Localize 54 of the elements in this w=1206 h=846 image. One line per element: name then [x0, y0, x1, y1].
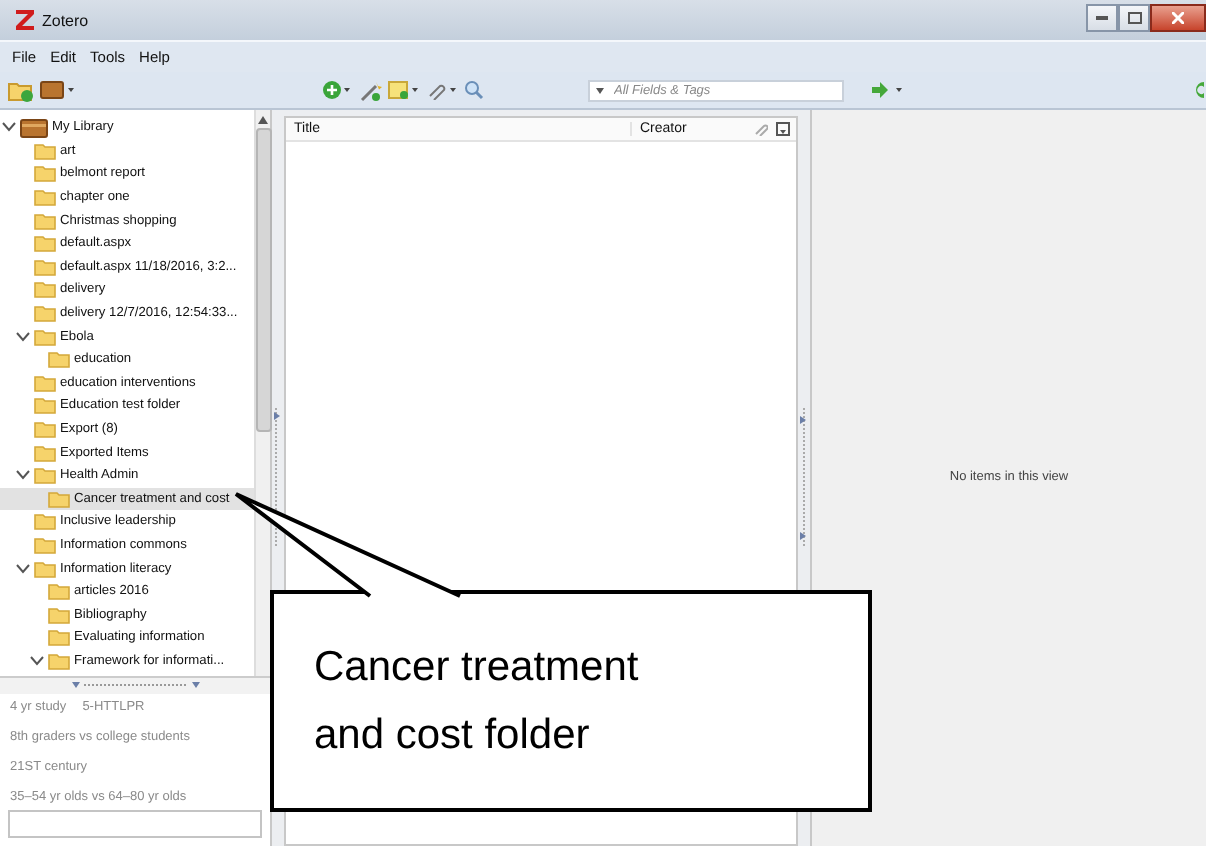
folder-icon: [34, 420, 56, 439]
callout-text: and cost folder: [314, 709, 592, 761]
expand-caret-icon[interactable]: [16, 470, 30, 481]
maximize-button[interactable]: [1118, 4, 1150, 32]
folder-icon: [34, 396, 56, 415]
box-dropdown-icon[interactable]: [40, 80, 76, 100]
tag-filter-field[interactable]: [8, 810, 262, 838]
expand-caret-icon[interactable]: [16, 331, 30, 342]
scroll-up-icon[interactable]: [258, 116, 268, 124]
library-box-icon: [20, 117, 48, 138]
folder-icon: [34, 304, 56, 323]
scrollbar[interactable]: [254, 110, 270, 676]
folder-icon: [34, 443, 56, 462]
add-item-icon[interactable]: [322, 80, 354, 100]
folder-icon: [34, 211, 56, 230]
close-icon: [1172, 12, 1184, 24]
callout-text: Cancer treatment: [314, 641, 641, 693]
minimize-button[interactable]: [1086, 4, 1118, 32]
splitter-grip-icon[interactable]: [274, 408, 282, 548]
search-icon[interactable]: [464, 80, 484, 100]
folder-icon: [48, 605, 70, 624]
column-picker-icon[interactable]: [776, 122, 790, 136]
expand-caret-icon[interactable]: [16, 563, 30, 574]
folder-icon: [34, 141, 56, 160]
expand-caret-icon[interactable]: [2, 122, 16, 133]
paperclip-icon[interactable]: [426, 80, 458, 100]
wand-icon[interactable]: [360, 79, 382, 101]
folder-icon: [48, 350, 70, 369]
splitter-grip-icon[interactable]: [800, 408, 808, 548]
folder-icon: [48, 489, 70, 508]
app-logo-icon: [16, 10, 34, 30]
folder-icon: [34, 373, 56, 392]
dropdown-caret-icon[interactable]: [596, 87, 604, 93]
folder-icon: [34, 234, 56, 253]
close-button[interactable]: [1150, 4, 1206, 32]
folder-icon: [34, 257, 56, 276]
expand-caret-icon[interactable]: [30, 655, 44, 666]
folder-icon: [48, 651, 70, 670]
folder-icon: [34, 559, 56, 578]
maximize-icon: [1127, 12, 1141, 24]
folder-icon: [34, 164, 56, 183]
folder-icon: [34, 280, 56, 299]
folder-icon: [34, 535, 56, 554]
folder-icon: [48, 628, 70, 647]
paperclip-icon[interactable]: [754, 122, 768, 136]
scrollbar-thumb[interactable]: [255, 128, 271, 432]
window-title: Zotero: [42, 11, 91, 29]
folder-icon: [34, 327, 56, 346]
minimize-icon: [1096, 16, 1108, 20]
folder-icon: [34, 188, 56, 207]
folder-icon: [48, 582, 70, 601]
new-folder-icon[interactable]: [8, 79, 34, 101]
new-note-icon[interactable]: [388, 80, 420, 100]
forward-arrow-icon[interactable]: [872, 82, 904, 98]
